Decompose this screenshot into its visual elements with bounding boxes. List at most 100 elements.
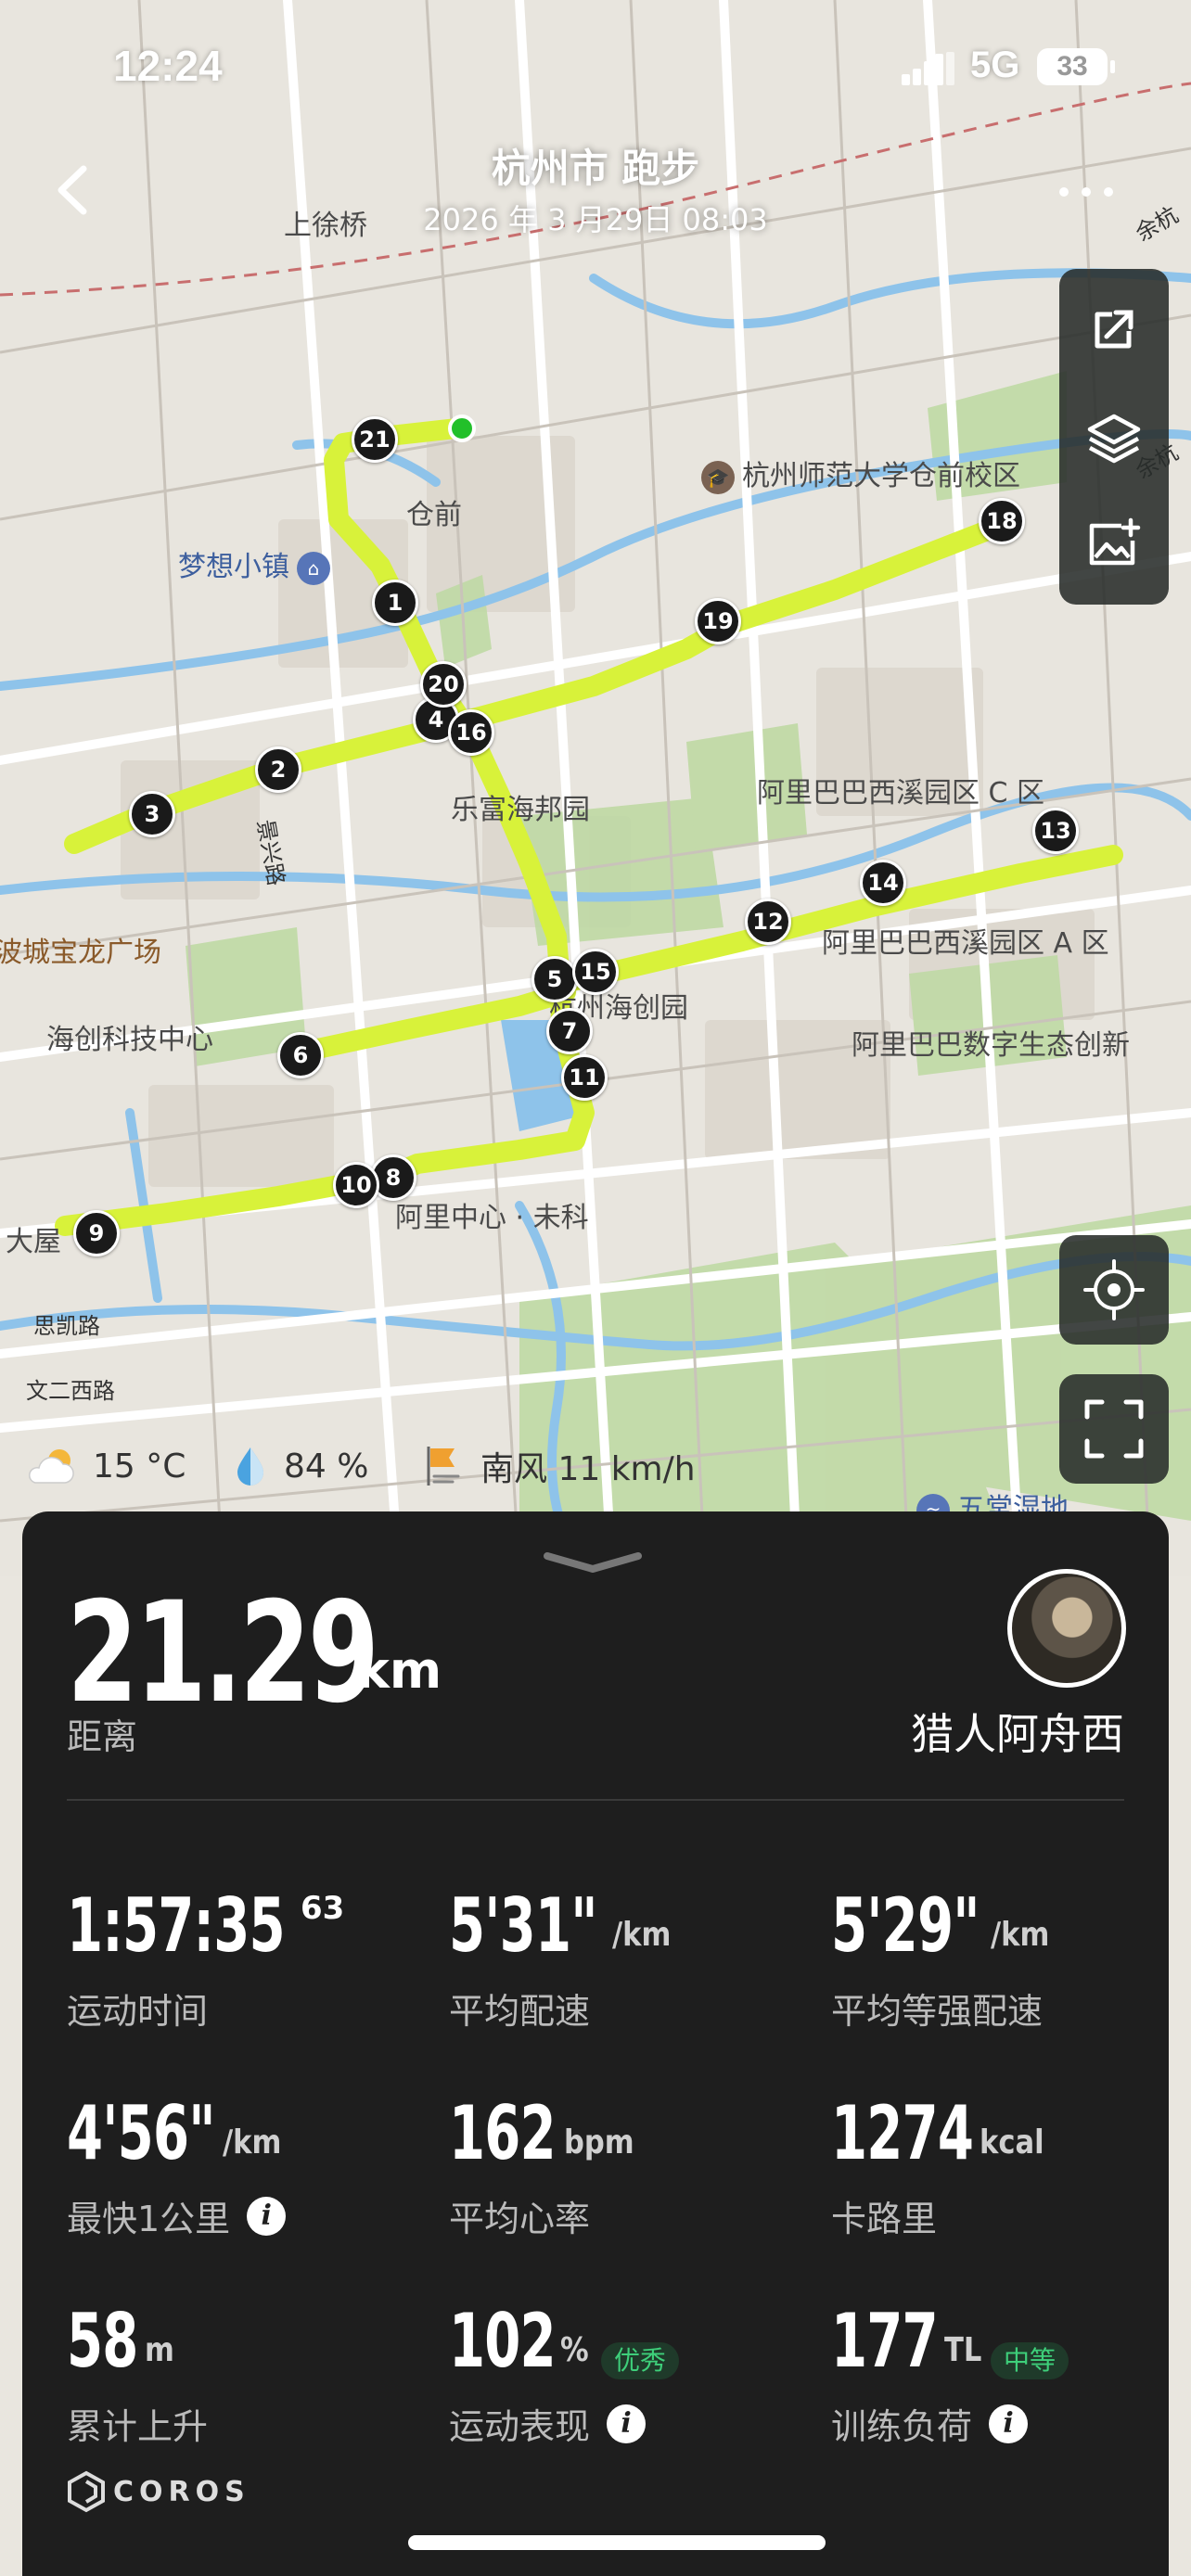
weather-wind: 南风 11 km/h [421, 1443, 696, 1489]
status-bar: 12:24 5G 33 [0, 0, 1191, 130]
km-marker[interactable]: 1 [372, 580, 418, 626]
map-label-wener: 文二西路 [26, 1378, 115, 1404]
km-marker[interactable]: 9 [73, 1210, 120, 1256]
stat-label: 训练负荷 i [831, 2398, 1029, 2449]
layers-icon [1087, 414, 1141, 464]
stat-value: 5'29" [831, 1882, 980, 1969]
map-label-mengxiang: 梦想小镇 ⌂ [178, 543, 338, 585]
activity-datetime: 2026 年 3 月29日 08:03 [423, 202, 768, 237]
brand-logo: COROS [67, 2470, 250, 2513]
locate-button[interactable] [1059, 1235, 1169, 1345]
page-title: 杭州市 跑步 [491, 146, 700, 191]
more-options-button[interactable] [1057, 172, 1115, 210]
signal-icon [902, 52, 954, 85]
km-marker[interactable]: 14 [860, 860, 906, 906]
map-label-baolong: 波城宝龙广场 [0, 937, 161, 969]
stat-unit: % [560, 2331, 589, 2369]
locate-icon [1083, 1259, 1145, 1320]
activity-summary-sheet[interactable]: 21.29 km 距离 猎人阿舟西 1:57:35 63 运动时间 5'31" … [22, 1511, 1169, 2576]
km-marker[interactable]: 13 [1032, 808, 1079, 854]
dot-icon [1104, 187, 1113, 197]
dot-icon [1059, 187, 1069, 197]
stat-value: 162 [449, 2090, 557, 2176]
info-icon[interactable]: i [989, 2404, 1029, 2443]
stat-unit: /km [612, 1916, 672, 1954]
info-icon[interactable]: i [607, 2404, 647, 2443]
stat-label: 平均配速 [449, 1991, 591, 2032]
map-label-sikai: 思凯路 [33, 1313, 100, 1339]
km-marker[interactable]: 19 [695, 598, 741, 644]
stat-value: 58 [67, 2298, 138, 2384]
map-label-lefu: 乐富海邦园 [451, 794, 590, 826]
stat-unit: TL [944, 2331, 982, 2369]
humidity-value: 84 % [284, 1447, 369, 1486]
stat-unit: m [145, 2331, 174, 2369]
map-label-hznu: 🎓 杭州师范大学仓前校区 [701, 453, 1020, 494]
avatar[interactable] [1007, 1569, 1126, 1688]
share-icon [1095, 310, 1133, 349]
stat-value: 1274 [831, 2090, 974, 2176]
weather-humidity: 84 % [230, 1443, 368, 1489]
km-marker[interactable]: 16 [448, 709, 494, 756]
km-marker[interactable]: 6 [277, 1032, 324, 1078]
weather-temperature: 15 °C [24, 1443, 186, 1489]
map-label-ali-c: 阿里巴巴西溪园区 C 区 [757, 777, 1045, 810]
info-icon[interactable]: i [247, 2196, 287, 2236]
km-marker[interactable]: 3 [129, 791, 175, 837]
add-photo-button[interactable] [1059, 493, 1169, 595]
stat-label: 卡路里 [831, 2199, 938, 2239]
stat-label: 累计上升 [67, 2406, 209, 2447]
stat-label: 最快1公里 i [67, 2190, 287, 2241]
share-button[interactable] [1059, 278, 1169, 380]
temperature-value: 15 °C [93, 1447, 186, 1486]
fullscreen-button[interactable] [1059, 1374, 1169, 1484]
stat-label: 平均等强配速 [831, 1991, 1044, 2032]
map-label-dawu: 大屋 [6, 1226, 61, 1258]
performance-badge: 优秀 [601, 2342, 680, 2379]
stat-label: 运动时间 [67, 1991, 209, 2032]
stat-unit: kcal [980, 2123, 1044, 2162]
home-indicator[interactable] [408, 2535, 826, 2550]
km-marker[interactable]: 11 [561, 1054, 608, 1101]
brand-name: COROS [113, 2475, 250, 2508]
stat-unit: /km [223, 2123, 282, 2162]
stat-unit: bpm [564, 2123, 634, 2162]
distance-label: 距离 [67, 1716, 138, 1757]
map-label-haichuang-center: 海创科技中心 [46, 1024, 213, 1056]
wind-value: 南风 11 km/h [480, 1450, 696, 1488]
stat-unit: /km [991, 1916, 1050, 1954]
sheet-handle-icon[interactable] [542, 1550, 644, 1575]
km-marker[interactable]: 18 [979, 498, 1025, 544]
stat-value: 102 [449, 2298, 557, 2384]
add-image-icon [1089, 517, 1141, 566]
km-marker[interactable]: 21 [352, 416, 398, 463]
map-label-canqian: 仓前 [406, 499, 462, 531]
username[interactable]: 猎人阿舟西 [911, 1701, 1124, 1762]
wind-flag-icon [427, 1447, 460, 1486]
divider [67, 1799, 1124, 1801]
coros-logo-icon [68, 2470, 105, 2513]
dot-icon [1082, 187, 1091, 197]
stat-value: 5'31" [449, 1882, 597, 1969]
status-time: 12:24 [113, 42, 223, 90]
fullscreen-icon [1084, 1399, 1144, 1459]
km-marker[interactable]: 12 [745, 899, 791, 945]
map-label-ali-digital: 阿里巴巴数字生态创新 [852, 1029, 1130, 1062]
km-marker[interactable]: 5 [531, 956, 578, 1002]
map-tool-panel [1059, 269, 1169, 605]
stat-value: 177 [831, 2298, 939, 2384]
training-load-badge: 中等 [991, 2342, 1069, 2379]
map-layers-button[interactable] [1059, 386, 1169, 488]
stat-value: 1:57:35 [67, 1882, 286, 1969]
km-marker[interactable]: 7 [546, 1008, 593, 1054]
stat-label: 运动表现 i [449, 2398, 647, 2449]
km-marker[interactable]: 15 [572, 949, 619, 995]
km-marker[interactable]: 20 [420, 661, 467, 708]
stat-value-hundredths: 63 [301, 1890, 345, 1927]
km-marker[interactable]: 2 [255, 746, 301, 793]
distance-unit: km [356, 1641, 442, 1700]
map-label-ali-center: 阿里中心 · 未科 [395, 1202, 589, 1234]
km-marker[interactable]: 10 [333, 1162, 379, 1208]
map-label-ali-a: 阿里巴巴西溪园区 A 区 [822, 927, 1109, 960]
stat-value: 4'56" [67, 2090, 215, 2176]
